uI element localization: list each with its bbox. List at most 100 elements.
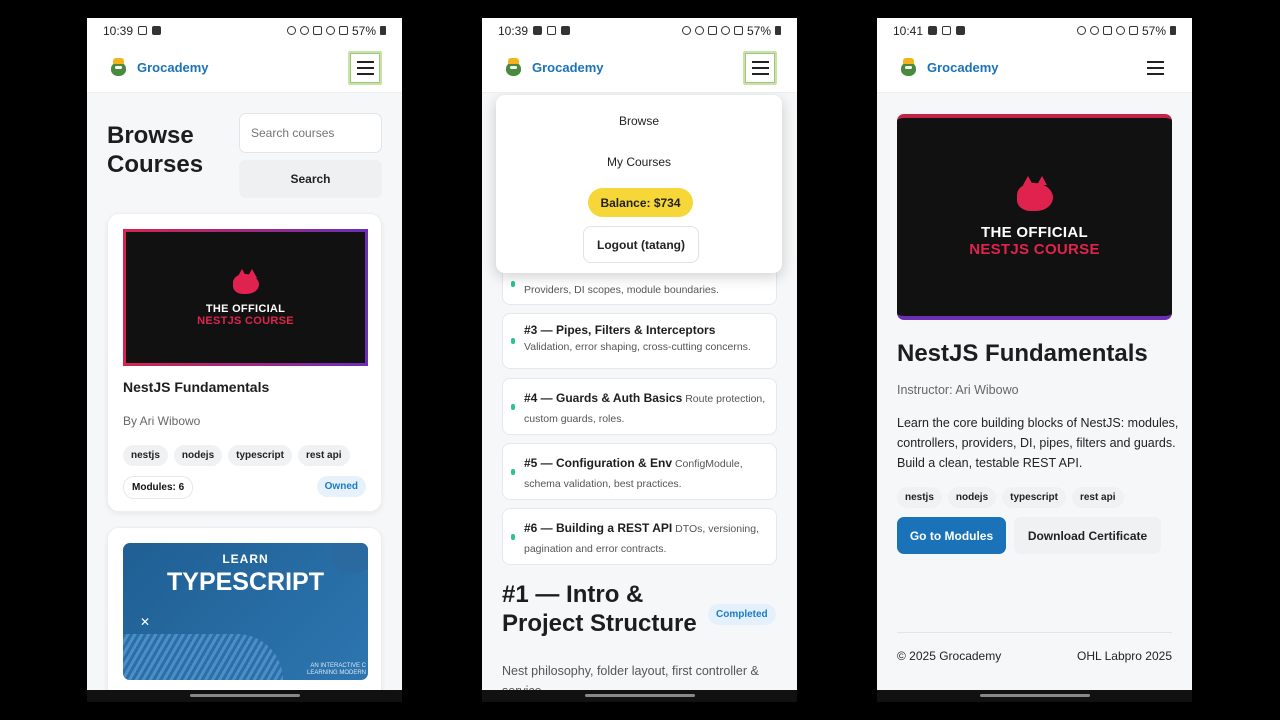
wifi-icon	[720, 26, 730, 35]
home-indicator	[482, 690, 797, 702]
alarm-icon	[1076, 26, 1086, 35]
status-dot-icon	[511, 338, 515, 344]
status-time: 10:39	[498, 23, 529, 38]
footer-credit: OHL Labpro 2025	[1077, 649, 1172, 663]
footer-copyright: © 2025 Grocademy	[897, 649, 1002, 663]
home-indicator	[87, 690, 402, 702]
screenshot-icon	[942, 26, 952, 35]
brand-name: Grocademy	[532, 60, 604, 75]
download-certificate-button[interactable]: Download Certificate	[1014, 517, 1161, 554]
menu-item-my-courses[interactable]: My Courses	[496, 155, 782, 169]
status-bar: 10:39 57%	[482, 18, 797, 43]
bluetooth-icon	[1089, 26, 1099, 35]
status-dot-icon	[511, 281, 515, 287]
module-item[interactable]: #6 — Building a REST API DTOs, versionin…	[502, 508, 777, 565]
brand-link[interactable]: Grocademy	[899, 58, 999, 77]
tag: rest api	[297, 445, 350, 466]
course-thumbnail: THE OFFICIAL NESTJS COURSE	[123, 229, 368, 366]
wifi-icon	[1115, 26, 1125, 35]
brand-link[interactable]: Grocademy	[109, 58, 209, 77]
thumbnail-caption: AN INTERACTIVE C LEARNING MODERN	[306, 663, 366, 676]
page-title: Browse Courses	[107, 122, 204, 178]
module-title: #6 — Building a REST API	[524, 521, 673, 535]
app-header: Grocademy	[87, 43, 402, 93]
brand-link[interactable]: Grocademy	[504, 58, 604, 77]
course-thumbnail: LEARN TYPESCRIPT ✕ AN INTERACTIVE C LEAR…	[123, 543, 368, 680]
signal-icon	[338, 26, 348, 35]
thumbnail-line2: NESTJS COURSE	[969, 241, 1100, 258]
mute-icon	[1102, 26, 1112, 35]
thumbnail-line2: NESTJS COURSE	[197, 314, 294, 327]
course-title: NestJS Fundamentals	[123, 379, 270, 395]
course-tags: nestjs nodejs typescript rest api	[123, 445, 350, 466]
thumbnail-line1: THE OFFICIAL	[205, 302, 286, 315]
close-x-icon: ✕	[140, 615, 151, 629]
status-dot-icon	[511, 468, 515, 475]
image-notification-icon	[928, 26, 938, 35]
logout-button[interactable]: Logout (tatang)	[583, 226, 699, 263]
course-hero-image: THE OFFICIAL NESTJS COURSE	[897, 114, 1172, 320]
module-item[interactable]: #3 — Pipes, Filters & Interceptors Valid…	[502, 313, 777, 369]
phone-menu-screen: 10:39 57% Grocademy Providers, DI scopes…	[482, 18, 797, 702]
menu-item-browse[interactable]: Browse	[496, 114, 782, 128]
hamburger-icon	[751, 60, 769, 63]
phone-course-detail-screen: 10:41 57% Grocademy THE OFFICIAL NESTJS …	[877, 18, 1192, 702]
balance-badge: Balance: $734	[588, 188, 693, 217]
app-header: Grocademy	[877, 43, 1192, 93]
battery-percent: 57%	[746, 23, 771, 38]
tag: nodejs	[947, 487, 997, 508]
signal-icon	[733, 26, 743, 35]
alarm-icon	[681, 26, 691, 35]
status-dot-icon	[511, 403, 515, 410]
nestjs-logo-icon	[230, 268, 262, 295]
course-title: NestJS Fundamentals	[897, 340, 1148, 367]
home-indicator	[877, 690, 1192, 702]
battery-icon	[775, 26, 781, 35]
course-tags: nestjs nodejs typescript rest api	[897, 487, 1124, 508]
hamburger-menu-button[interactable]	[1138, 51, 1172, 85]
module-title: #5 — Configuration & Env	[524, 456, 673, 470]
module-desc: Providers, DI scopes, module boundaries.	[524, 284, 719, 296]
alarm-icon	[286, 26, 296, 35]
mute-icon	[707, 26, 717, 35]
tag: nestjs	[123, 445, 168, 466]
status-bar: 10:39 57%	[87, 18, 402, 43]
battery-icon	[380, 26, 386, 35]
search-input[interactable]	[239, 113, 382, 153]
module-item[interactable]: #4 — Guards & Auth Basics Route protecti…	[502, 378, 777, 435]
thumbnail-line1: THE OFFICIAL	[981, 224, 1088, 241]
signal-icon	[1128, 26, 1138, 35]
hamburger-icon	[1146, 60, 1164, 63]
battery-percent: 57%	[351, 23, 376, 38]
course-card[interactable]: LEARN TYPESCRIPT ✕ AN INTERACTIVE C LEAR…	[107, 527, 382, 690]
module-section-desc: Nest philosophy, folder layout, first co…	[502, 664, 759, 690]
module-title: #3 — Pipes, Filters & Interceptors	[524, 323, 716, 337]
status-dot-icon	[511, 533, 515, 540]
module-title: #4 — Guards & Auth Basics	[524, 391, 683, 405]
thumbnail-line1: LEARN	[222, 552, 269, 566]
module-item[interactable]: #5 — Configuration & Env ConfigModule, s…	[502, 443, 777, 500]
battery-icon	[1170, 26, 1176, 35]
nav-dropdown-menu: Browse My Courses Balance: $734 Logout (…	[496, 95, 782, 273]
brand-name: Grocademy	[927, 60, 999, 75]
thumbnail-line2: TYPESCRIPT	[167, 568, 324, 596]
app-header: Grocademy	[482, 43, 797, 93]
hamburger-menu-button[interactable]	[348, 50, 382, 85]
footer-divider	[897, 632, 1172, 633]
bluetooth-icon	[694, 26, 704, 35]
grocademy-logo-icon	[899, 58, 918, 77]
status-time: 10:39	[103, 23, 134, 38]
mute-icon	[312, 26, 322, 35]
modules-content: Providers, DI scopes, module boundaries.…	[482, 93, 797, 690]
image-notification-icon	[533, 26, 543, 35]
course-card[interactable]: THE OFFICIAL NESTJS COURSE NestJS Fundam…	[107, 213, 382, 512]
tag: nestjs	[897, 487, 942, 508]
course-description: Learn the core building blocks of NestJS…	[897, 416, 1179, 470]
screenshot-icon	[138, 26, 148, 35]
hamburger-menu-button[interactable]	[743, 50, 777, 85]
go-to-modules-button[interactable]: Go to Modules	[897, 517, 1006, 554]
brand-name: Grocademy	[137, 60, 209, 75]
modules-count-badge: Modules: 6	[123, 476, 194, 499]
status-time: 10:41	[893, 23, 924, 38]
search-button[interactable]: Search	[239, 160, 382, 198]
